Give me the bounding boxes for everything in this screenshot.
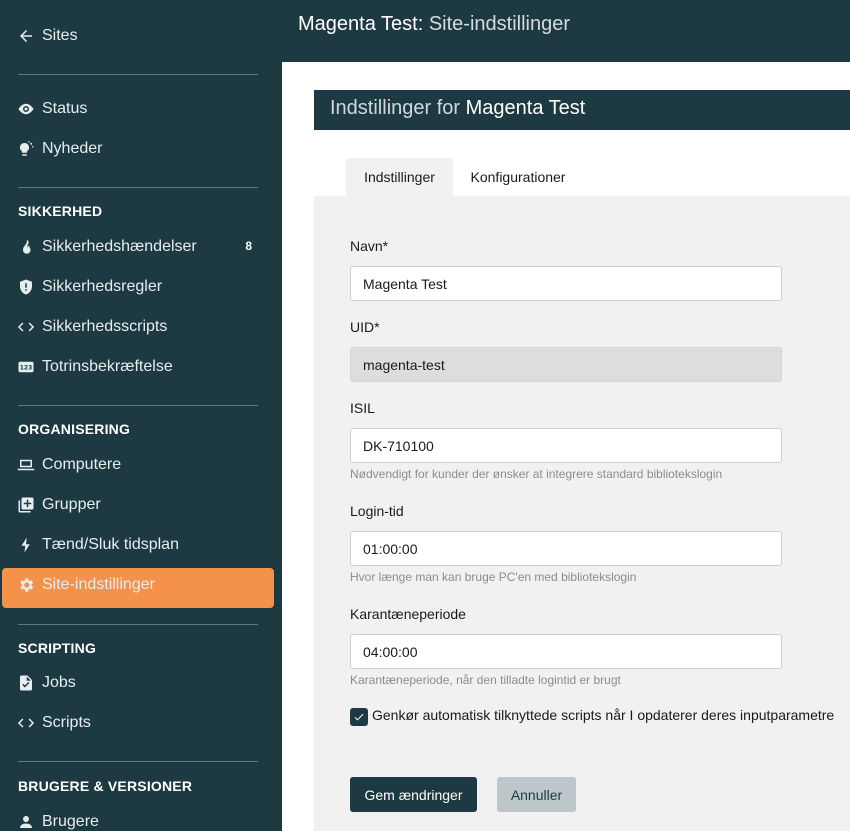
- sidebar-item-label: Sikkerhedsregler: [42, 278, 163, 295]
- top-header: Magenta Test: Site-indstillinger: [282, 0, 850, 62]
- section-title-site: Magenta Test: [465, 97, 586, 119]
- sidebar-item-scripts[interactable]: Scripts: [16, 711, 91, 735]
- sidebar-divider: [18, 405, 258, 406]
- page-title-page: Site-indstillinger: [428, 13, 571, 35]
- bolt-icon: [16, 535, 36, 555]
- sidebar-item-label: Site-indstillinger: [42, 576, 155, 593]
- svg-text:123: 123: [20, 365, 33, 372]
- section-heading-scripting: SCRIPTING: [18, 640, 97, 656]
- rerun-scripts-label: Genkør automatisk tilknyttede scripts nå…: [372, 707, 835, 723]
- section-heading-organisering: ORGANISERING: [18, 421, 131, 437]
- sidebar: Sites Status Nyheder SIKKERHED Sikkerhed…: [0, 0, 282, 831]
- quarantine-input[interactable]: 04:00:00: [350, 634, 782, 669]
- page-title-site: Magenta Test: [298, 13, 418, 35]
- sidebar-item-label: Totrinsbekræftelse: [42, 358, 173, 375]
- save-button[interactable]: Gem ændringer: [350, 777, 477, 812]
- sidebar-divider: [18, 624, 258, 625]
- lightbulb-icon: [16, 139, 36, 159]
- page-title-colon: :: [417, 13, 429, 35]
- sidebar-item-nyheder[interactable]: Nyheder: [16, 137, 102, 161]
- login-time-help-text: Hvor længe man kan bruge PC'en med bibli…: [350, 570, 637, 584]
- back-label: Sites: [42, 27, 78, 44]
- page-title: Magenta Test: Site-indstillinger: [298, 13, 570, 36]
- settings-form-panel: Navn* Magenta Test UID* magenta-test ISI…: [314, 196, 850, 831]
- section-heading-sikkerhed: SIKKERHED: [18, 203, 103, 219]
- main-content: Indstillinger for Magenta Test Indstilli…: [282, 62, 850, 831]
- sidebar-divider: [18, 761, 258, 762]
- sidebar-item-brugere[interactable]: Brugere: [16, 810, 99, 831]
- sidebar-item-label: Grupper: [42, 496, 101, 513]
- user-icon: [16, 812, 36, 831]
- sidebar-item-label: Computere: [42, 456, 122, 473]
- quarantine-label: Karantæneperiode: [350, 606, 466, 622]
- code-icon: [16, 317, 36, 337]
- uid-input: magenta-test: [350, 347, 782, 382]
- login-time-input[interactable]: 01:00:00: [350, 531, 782, 566]
- sidebar-item-label: Sikkerhedshændelser: [42, 238, 197, 255]
- sidebar-item-totrinsbekraeftelse[interactable]: 123 Totrinsbekræftelse: [16, 355, 173, 379]
- laptop-icon: [16, 455, 36, 475]
- sidebar-item-taend-sluk-tidsplan[interactable]: Tænd/Sluk tidsplan: [16, 533, 179, 557]
- notification-count-badge: 8: [245, 239, 252, 253]
- add-group-icon: [16, 495, 36, 515]
- sidebar-item-computere[interactable]: Computere: [16, 453, 121, 477]
- tab-indstillinger[interactable]: Indstillinger: [346, 158, 453, 196]
- isil-help-text: Nødvendigt for kunder der ønsker at inte…: [350, 467, 723, 481]
- eye-icon: [16, 99, 36, 119]
- sidebar-item-jobs[interactable]: Jobs: [16, 671, 76, 695]
- sidebar-item-label: Nyheder: [42, 140, 103, 157]
- sidebar-item-sikkerhedsscripts[interactable]: Sikkerhedsscripts: [16, 315, 167, 339]
- isil-label: ISIL: [350, 400, 375, 416]
- name-input[interactable]: Magenta Test: [350, 266, 782, 301]
- isil-input[interactable]: DK-710100: [350, 428, 782, 463]
- back-to-sites-link[interactable]: Sites: [16, 24, 78, 48]
- uid-label: UID*: [350, 319, 380, 335]
- sidebar-item-sikkerhedsregler[interactable]: Sikkerhedsregler: [16, 275, 162, 299]
- login-time-label: Login-tid: [350, 503, 404, 519]
- checkmark-icon: [354, 713, 364, 721]
- fire-icon: [16, 237, 36, 257]
- sidebar-item-label: Scripts: [42, 714, 91, 731]
- section-title-prefix: Indstillinger for: [330, 97, 461, 119]
- section-title: Indstillinger for Magenta Test: [330, 97, 585, 120]
- sidebar-item-label: Jobs: [42, 674, 76, 691]
- sidebar-item-grupper[interactable]: Grupper: [16, 493, 101, 517]
- tab-konfigurationer[interactable]: Konfigurationer: [458, 158, 578, 196]
- sidebar-item-label: Status: [42, 100, 88, 117]
- rerun-scripts-checkbox[interactable]: [350, 708, 368, 726]
- sidebar-divider: [18, 187, 258, 188]
- file-check-icon: [16, 673, 36, 693]
- sidebar-item-label: Sikkerhedsscripts: [42, 318, 168, 335]
- numbers-123-icon: 123: [16, 357, 36, 377]
- code-icon: [16, 713, 36, 733]
- shield-icon: [16, 277, 36, 297]
- sidebar-item-site-indstillinger[interactable]: Site-indstillinger: [16, 573, 155, 597]
- quarantine-help-text: Karantæneperiode, når den tilladte login…: [350, 673, 621, 687]
- sidebar-divider: [18, 74, 258, 75]
- section-header: Indstillinger for Magenta Test: [314, 90, 850, 130]
- sidebar-item-status[interactable]: Status: [16, 97, 87, 121]
- sidebar-item-label: Tænd/Sluk tidsplan: [42, 536, 179, 553]
- arrow-left-icon: [16, 26, 36, 46]
- sidebar-item-label: Brugere: [42, 813, 99, 830]
- section-heading-brugere-versioner: BRUGERE & VERSIONER: [18, 778, 193, 794]
- name-label: Navn*: [350, 238, 389, 254]
- sidebar-item-sikkerhedshaendelser[interactable]: Sikkerhedshændelser: [16, 235, 197, 259]
- gear-icon: [16, 575, 36, 595]
- cancel-button[interactable]: Annuller: [497, 777, 576, 812]
